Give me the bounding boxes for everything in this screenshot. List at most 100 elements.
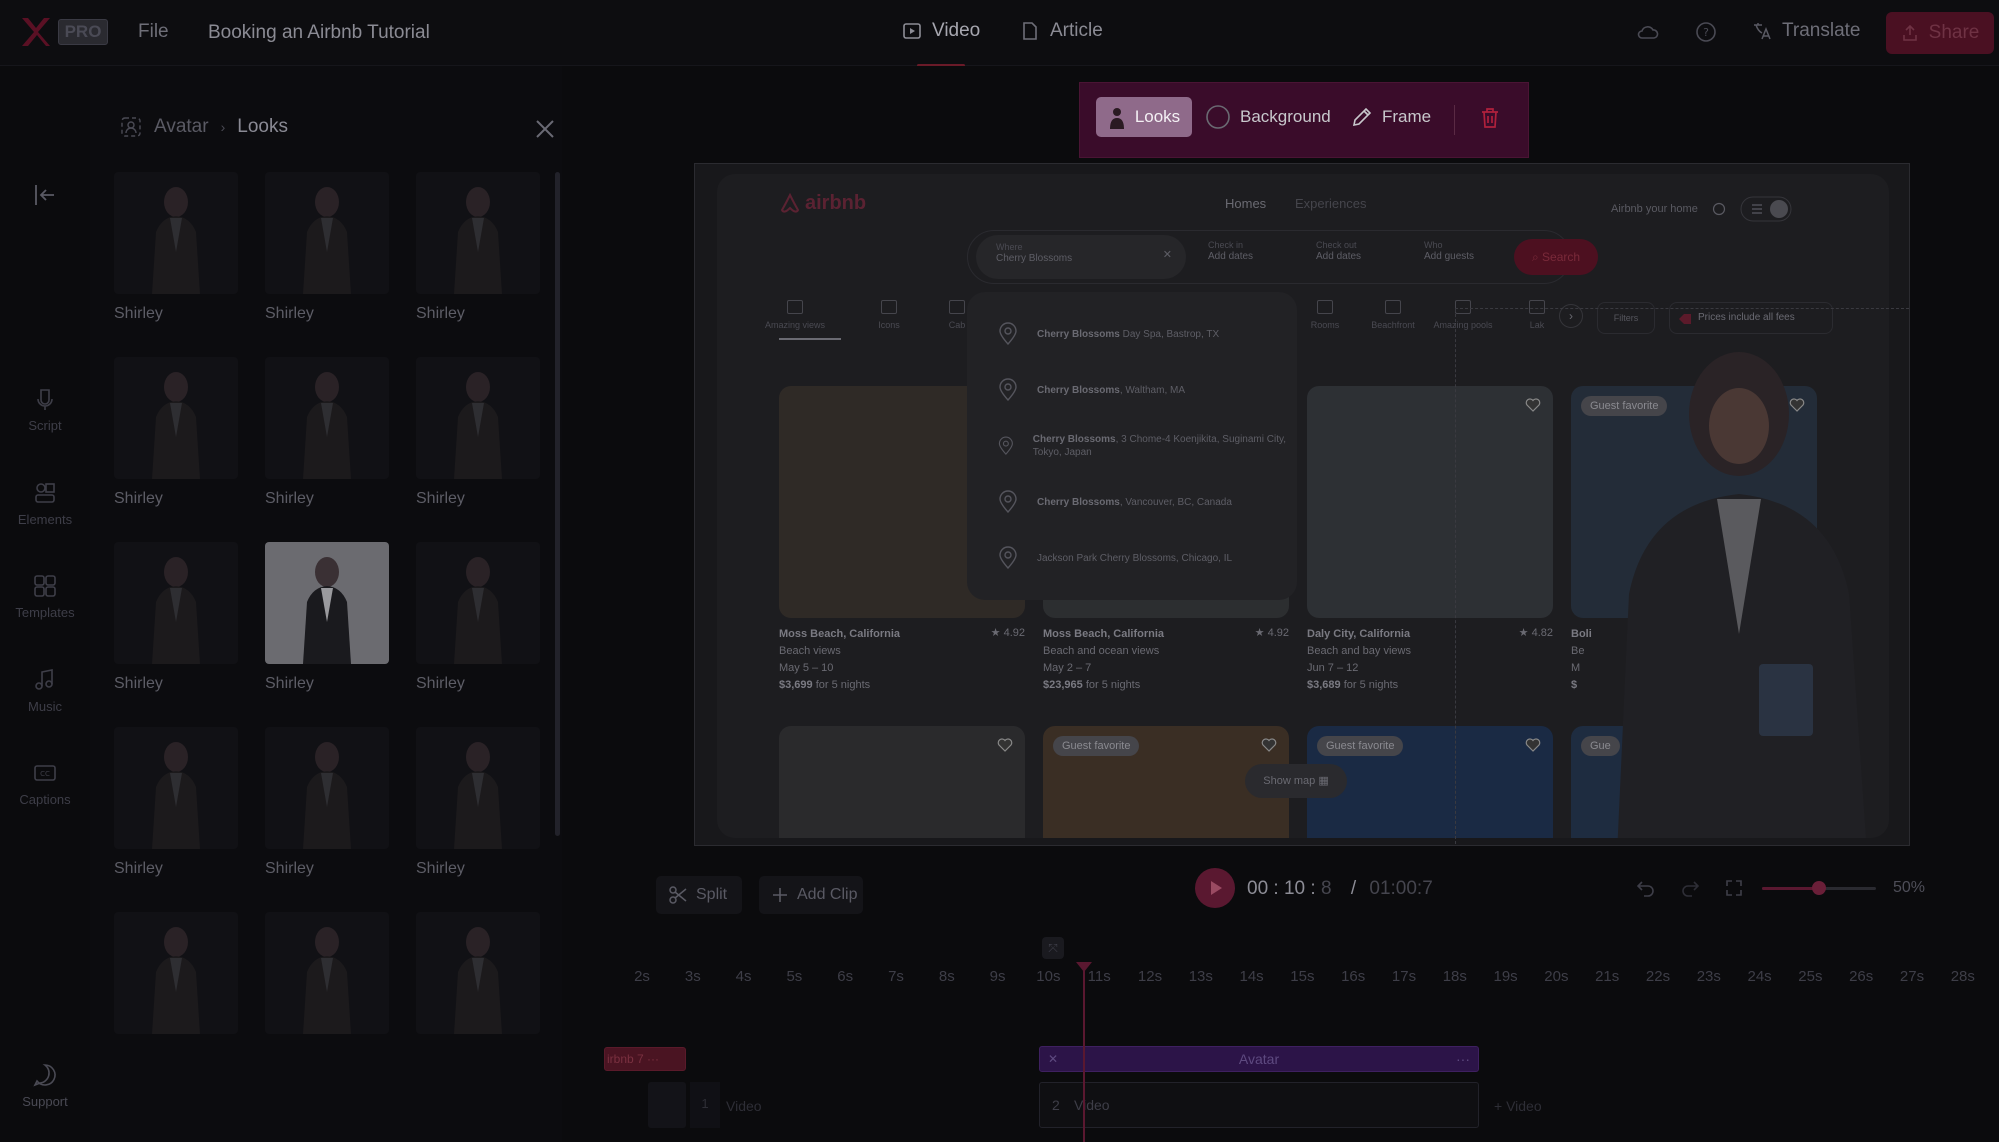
- script-clip[interactable]: irbnb 7 ···: [604, 1047, 686, 1071]
- globe-icon[interactable]: [1712, 202, 1726, 216]
- suggestion-item[interactable]: Cherry Blossoms, 3 Chome-4 Koenjikita, S…: [997, 422, 1287, 470]
- share-button[interactable]: Share: [1886, 12, 1994, 54]
- timeline-ruler[interactable]: 2s 3s 4s 5s 6s 7s 8s 9s 10s 11s 12s 13s 14s 15s 16s 17s…: [620, 968, 1999, 992]
- look-card[interactable]: Shirley: [265, 172, 389, 323]
- app-logo-icon[interactable]: [20, 16, 52, 48]
- heart-icon[interactable]: [1261, 738, 1277, 752]
- category-tab[interactable]: Icons: [857, 300, 921, 330]
- clip-close-icon[interactable]: ✕: [1048, 1047, 1058, 1071]
- timeline-tick: 25s: [1798, 968, 1823, 985]
- video-clip-1-thumb[interactable]: [648, 1082, 686, 1128]
- look-card[interactable]: Shirley: [114, 172, 238, 323]
- where-label: Where: [996, 242, 1023, 252]
- checkin-field[interactable]: Check in Add dates: [1208, 239, 1253, 263]
- look-name: Shirley: [265, 305, 314, 322]
- play-button[interactable]: [1195, 868, 1235, 908]
- suggestion-item[interactable]: Cherry Blossoms, Waltham, MA: [997, 366, 1287, 414]
- listing-photo[interactable]: [779, 726, 1025, 838]
- look-card[interactable]: Shirley: [265, 542, 389, 693]
- trash-icon[interactable]: [1480, 107, 1500, 129]
- rail-item-music[interactable]: Music: [0, 667, 90, 714]
- suggestion-item[interactable]: Cherry Blossoms, Vancouver, BC, Canada: [997, 478, 1287, 526]
- rail-label-script: Script: [28, 418, 62, 433]
- suggestion-text: Cherry Blossoms, 3 Chome-4 Koenjikita, S…: [1033, 433, 1287, 459]
- add-clip-button[interactable]: Add Clip: [759, 876, 863, 914]
- fullscreen-icon[interactable]: [1724, 878, 1744, 898]
- heart-icon[interactable]: [1525, 738, 1541, 752]
- timeline-tick: 19s: [1493, 968, 1518, 985]
- avatar-clip[interactable]: ✕ Avatar ···: [1039, 1046, 1479, 1072]
- look-card[interactable]: Shirley: [114, 727, 238, 878]
- next-video-clip[interactable]: + Video: [1494, 1098, 1542, 1114]
- look-card[interactable]: [114, 912, 238, 1045]
- category-tab[interactable]: Beachfront: [1361, 300, 1425, 330]
- suggestion-item[interactable]: Jackson Park Cherry Blossoms, Chicago, I…: [997, 534, 1287, 582]
- translate-button[interactable]: Translate: [1752, 20, 1861, 42]
- close-icon[interactable]: [534, 118, 556, 140]
- listing-card[interactable]: [779, 726, 1025, 838]
- video-clip[interactable]: 2 Video: [1039, 1082, 1479, 1128]
- listing-rating: ★ 4.92: [990, 627, 1025, 639]
- clear-icon[interactable]: ✕: [1163, 249, 1172, 261]
- rail-item-captions[interactable]: CC Captions: [0, 760, 90, 807]
- listing-card[interactable]: ★ 4.82 Daly City, California Beach and bay…: [1307, 386, 1553, 694]
- rail-item-elements[interactable]: Elements: [0, 480, 90, 527]
- look-card[interactable]: Shirley: [416, 542, 540, 693]
- heart-icon[interactable]: [1525, 398, 1541, 412]
- prices-toggle[interactable]: Prices include all fees: [1669, 302, 1833, 334]
- breadcrumb-avatar[interactable]: Avatar: [154, 116, 209, 138]
- rail-item-templates[interactable]: Templates: [0, 573, 90, 620]
- category-tab[interactable]: Rooms: [1293, 300, 1357, 330]
- filters-button[interactable]: Filters: [1597, 302, 1655, 334]
- show-map-button[interactable]: Show map ▦: [1245, 764, 1347, 798]
- look-card[interactable]: Shirley: [114, 357, 238, 508]
- looks-button[interactable]: Looks: [1096, 97, 1192, 137]
- background-button[interactable]: Background: [1205, 97, 1331, 137]
- cloud-upload-icon[interactable]: [1636, 20, 1660, 44]
- file-menu[interactable]: File: [138, 21, 169, 43]
- avatar-presenter[interactable]: [1617, 334, 1867, 838]
- support-button[interactable]: Support: [0, 1062, 90, 1109]
- heart-icon[interactable]: [997, 738, 1013, 752]
- category-tab[interactable]: Amazing views: [763, 300, 827, 330]
- look-card[interactable]: [416, 912, 540, 1045]
- host-link[interactable]: Airbnb your home: [1611, 203, 1698, 215]
- where-field[interactable]: Where Cherry Blossoms ✕: [976, 235, 1186, 279]
- playhead-handle-icon[interactable]: ⤧: [1042, 937, 1064, 959]
- looks-scrollbar[interactable]: [555, 172, 560, 836]
- split-button[interactable]: Split: [656, 876, 742, 914]
- look-card[interactable]: Shirley: [416, 357, 540, 508]
- redo-icon[interactable]: [1680, 878, 1700, 898]
- project-title[interactable]: Booking an Airbnb Tutorial: [208, 22, 430, 44]
- look-card[interactable]: [265, 912, 389, 1045]
- look-card[interactable]: Shirley: [265, 357, 389, 508]
- nav-homes[interactable]: Homes: [1225, 196, 1266, 211]
- share-label: Share: [1928, 22, 1980, 43]
- listing-photo[interactable]: [1307, 386, 1553, 618]
- look-card[interactable]: Shirley: [416, 172, 540, 323]
- suggestion-item[interactable]: Cherry Blossoms Day Spa, Bastrop, TX: [997, 310, 1287, 358]
- clip-more-icon[interactable]: ···: [1456, 1047, 1470, 1071]
- nav-experiences[interactable]: Experiences: [1295, 196, 1367, 211]
- zoom-slider-handle[interactable]: [1812, 881, 1826, 895]
- collapse-panel-icon[interactable]: [32, 182, 58, 208]
- category-icon: [1455, 300, 1471, 314]
- look-thumbnail: [416, 172, 540, 294]
- category-tab[interactable]: Amazing pools: [1431, 300, 1495, 330]
- rail-item-script[interactable]: Script: [0, 386, 90, 433]
- frame-button[interactable]: Frame: [1351, 97, 1431, 137]
- user-menu-icon[interactable]: [1740, 196, 1792, 222]
- look-card[interactable]: Shirley: [416, 727, 540, 878]
- help-icon[interactable]: ?: [1694, 20, 1718, 44]
- tab-video[interactable]: Video: [902, 20, 980, 42]
- search-button[interactable]: ⌕ Search: [1514, 239, 1598, 275]
- checkout-field[interactable]: Check out Add dates: [1316, 239, 1361, 263]
- playhead[interactable]: [1083, 962, 1085, 1142]
- preview-frame[interactable]: airbnb Homes Experiences Airbnb your hom…: [694, 163, 1910, 846]
- undo-icon[interactable]: [1636, 878, 1656, 898]
- time-current-minutes: 00: [1247, 878, 1269, 899]
- who-field[interactable]: Who Add guests: [1424, 239, 1474, 263]
- look-card[interactable]: Shirley: [114, 542, 238, 693]
- look-card[interactable]: Shirley: [265, 727, 389, 878]
- tab-article[interactable]: Article: [1020, 20, 1103, 42]
